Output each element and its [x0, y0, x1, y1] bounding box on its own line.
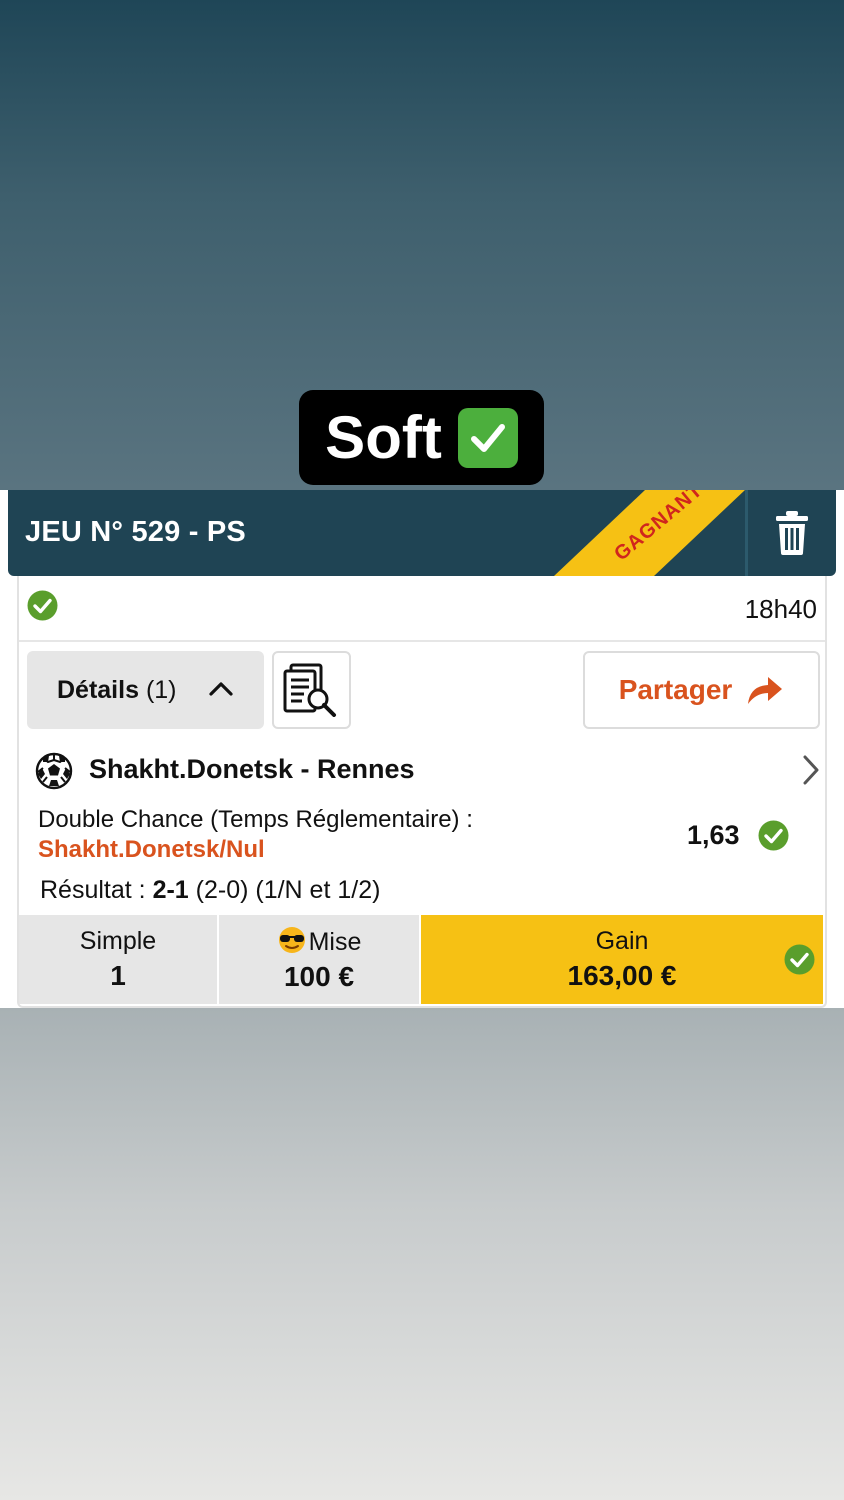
caption-label: Soft: [299, 390, 544, 485]
document-search-icon: [283, 663, 336, 717]
gain-check-icon: [784, 944, 815, 975]
share-arrow-icon: [748, 677, 783, 704]
ticket-footer: Simple 1 Mise 100 € Gain 163,00 €: [19, 915, 825, 1004]
share-button[interactable]: Partager: [583, 651, 820, 729]
match-name: Shakht.Donetsk - Rennes: [89, 754, 415, 784]
match-result: Résultat : 2-1 (2-0) (1/N et 1/2): [40, 876, 380, 905]
result-label: Résultat :: [40, 876, 146, 904]
bet-odds: 1,63: [687, 820, 740, 850]
gain-label: Gain: [595, 927, 649, 955]
chevron-right-icon: [803, 755, 819, 785]
status-check-icon: [27, 590, 58, 621]
bet-type-cell: Simple 1: [19, 915, 219, 1004]
winner-ribbon: [554, 490, 745, 576]
football-icon: [35, 752, 73, 790]
delete-button[interactable]: [745, 490, 836, 576]
details-label: Détails: [57, 675, 139, 704]
stake-label: Mise: [308, 928, 362, 956]
document-preview-button[interactable]: [272, 651, 351, 729]
bet-type-label: Simple: [79, 927, 157, 955]
caption-text: Soft: [325, 404, 442, 471]
stake-cell: Mise 100 €: [219, 915, 421, 1004]
bet-type-value: 1: [110, 960, 126, 991]
chevron-up-icon: [209, 682, 233, 696]
odds-check-icon: [758, 820, 789, 851]
details-toggle-button[interactable]: Détails (1): [27, 651, 264, 729]
gain-cell: Gain 163,00 €: [421, 915, 823, 1004]
gain-value: 163,00 €: [567, 960, 677, 991]
details-count: (1): [145, 675, 177, 704]
stake-value: 100 €: [283, 961, 355, 992]
ticket-time: 18h40: [744, 594, 817, 624]
match-row[interactable]: Shakht.Donetsk - Rennes: [35, 750, 821, 790]
sunglasses-emoji-icon: [278, 927, 305, 953]
bet-market: Double Chance (Temps Réglementaire) :: [38, 806, 473, 833]
divider: [19, 640, 825, 642]
result-score: 2-1: [152, 876, 189, 904]
background-bottom: [0, 1008, 844, 1500]
ticket-header: JEU N° 529 - PS GAGNANT: [8, 490, 836, 576]
check-emoji-icon: [457, 407, 518, 468]
bet-selection: Shakht.Donetsk/Nul: [38, 836, 265, 863]
share-label: Partager: [618, 674, 733, 705]
trash-icon: [776, 511, 808, 555]
result-detail: (2-0) (1/N et 1/2): [195, 876, 381, 904]
ticket-card: 18h40 Détails (1) Partager Shakht.Donets…: [17, 576, 827, 1008]
